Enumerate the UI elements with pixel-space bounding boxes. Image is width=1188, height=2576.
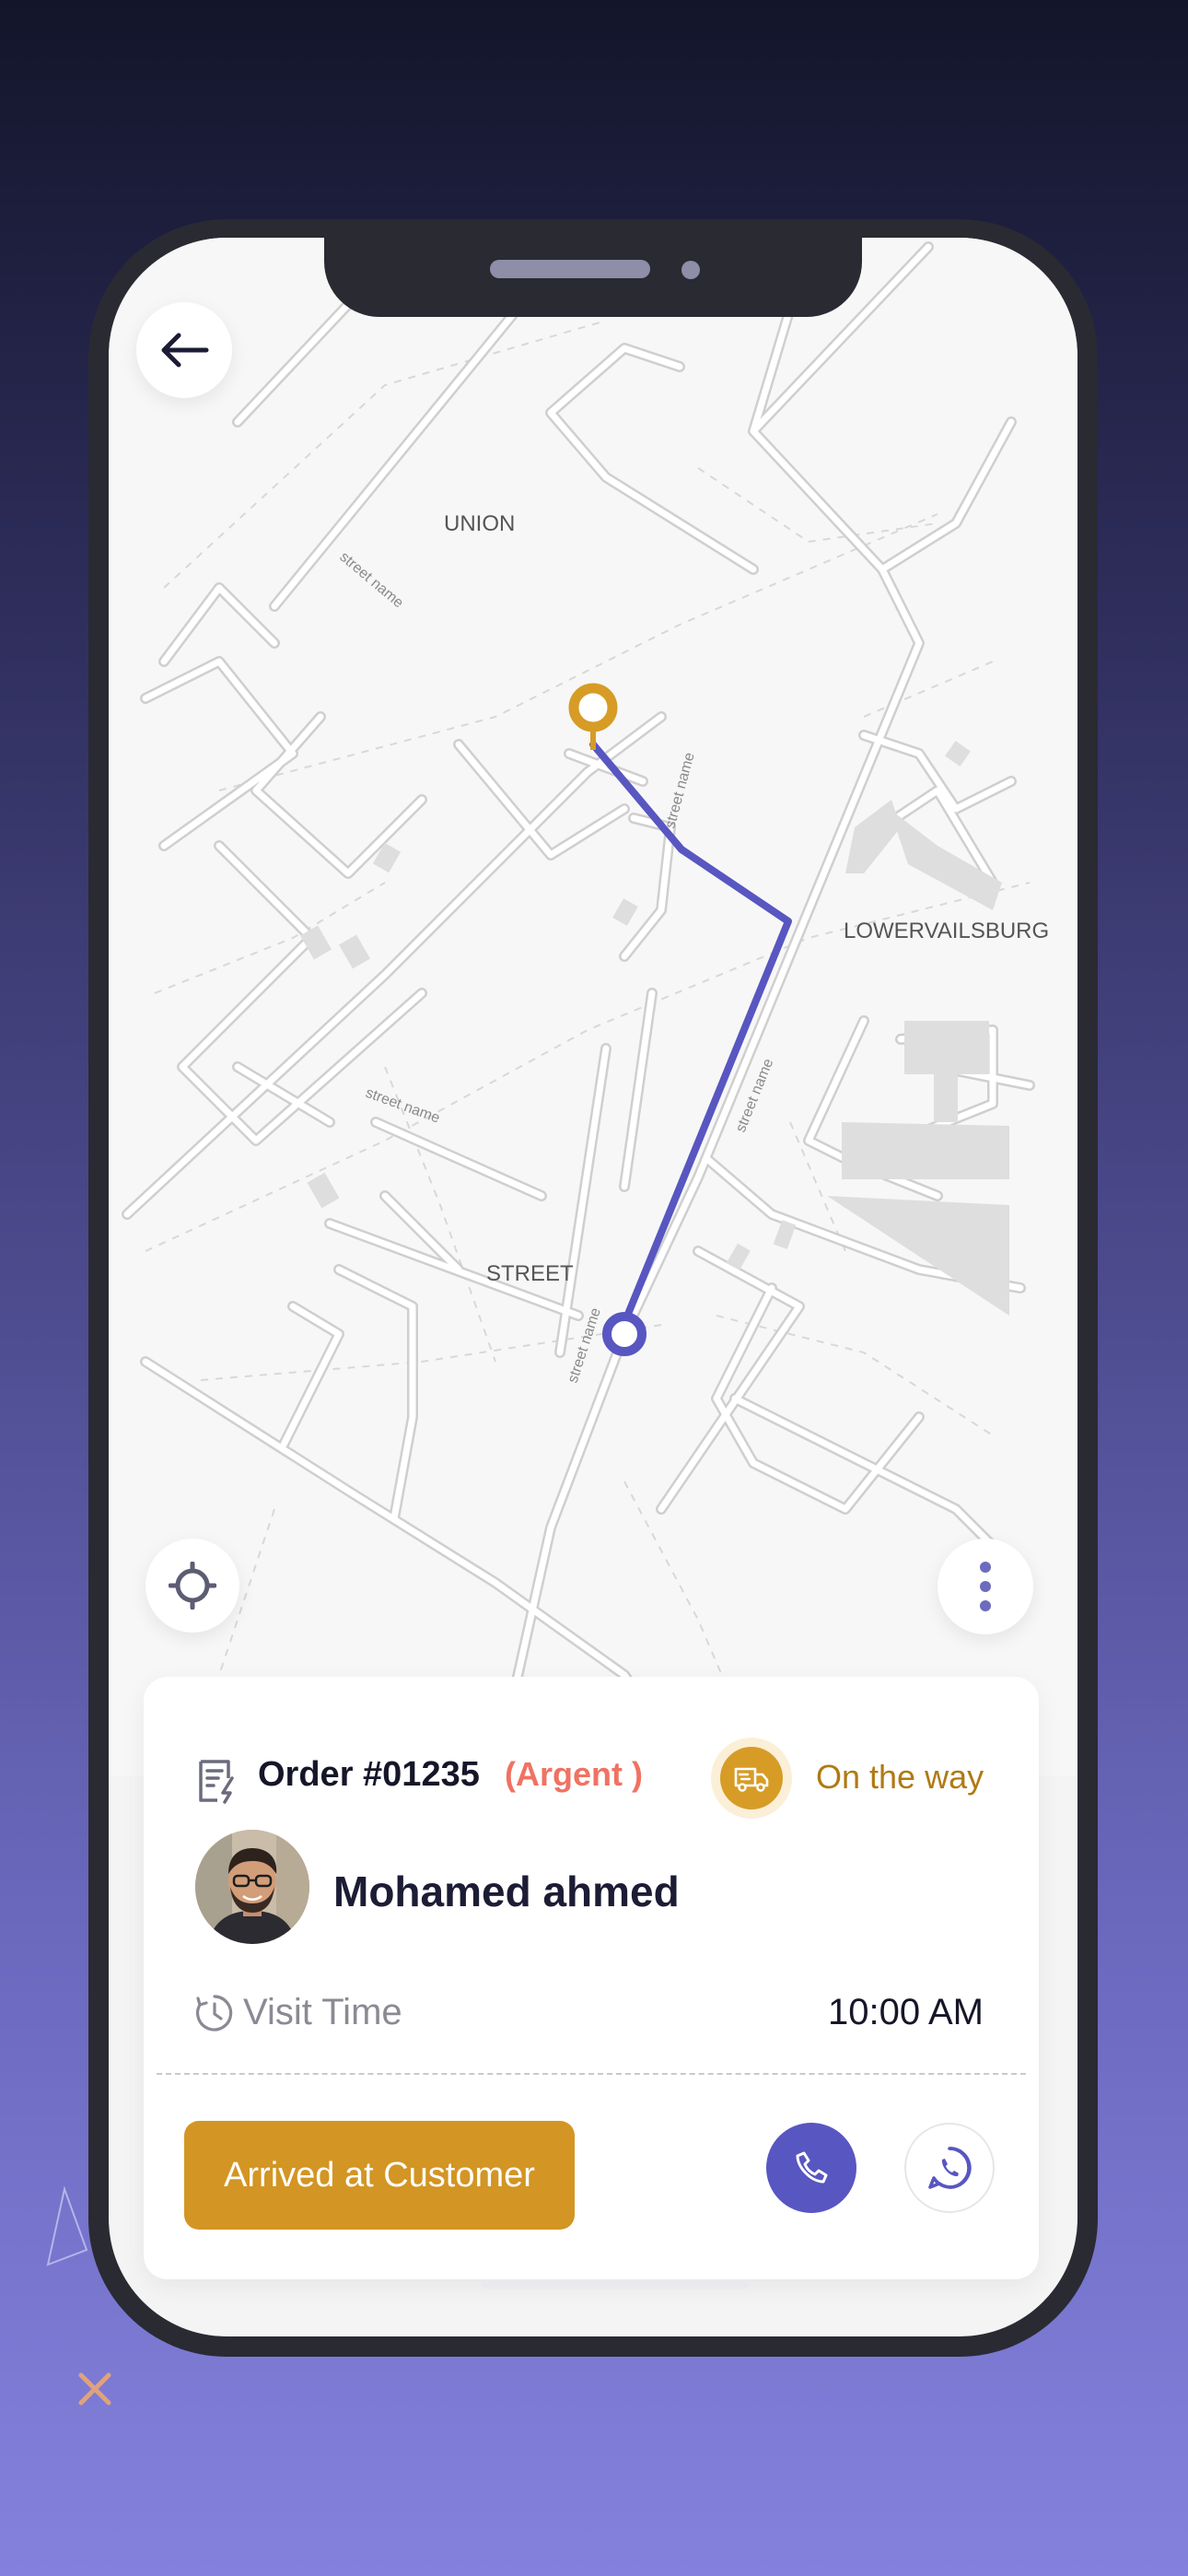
map-area-label-union: UNION bbox=[444, 511, 515, 536]
card-divider bbox=[157, 2073, 1026, 2075]
clock-icon bbox=[196, 1995, 233, 2032]
home-indicator bbox=[483, 2281, 748, 2289]
back-button[interactable] bbox=[136, 302, 232, 398]
app-screen: UNION LOWERVAILSBURG STREET street name … bbox=[109, 238, 1077, 2336]
arrow-left-icon bbox=[161, 333, 209, 368]
current-location-marker-icon bbox=[602, 1312, 646, 1356]
crosshair-icon bbox=[169, 1562, 216, 1610]
delivery-truck-icon bbox=[734, 1767, 769, 1792]
phone-camera bbox=[681, 261, 700, 279]
phone-speaker bbox=[490, 260, 650, 278]
map-view[interactable]: UNION LOWERVAILSBURG STREET street name … bbox=[109, 238, 1077, 1776]
order-number: Order #01235 bbox=[258, 1755, 480, 1794]
customer-avatar bbox=[195, 1830, 309, 1944]
phone-frame: UNION LOWERVAILSBURG STREET street name … bbox=[88, 219, 1098, 2357]
whatsapp-button[interactable] bbox=[904, 2123, 995, 2213]
arrived-at-customer-button[interactable]: Arrived at Customer bbox=[184, 2121, 575, 2230]
visit-time-label: Visit Time bbox=[243, 1992, 402, 2032]
order-status-label: On the way bbox=[816, 1758, 984, 1796]
visit-time-value: 10:00 AM bbox=[827, 1992, 984, 2032]
map-area-label-street: STREET bbox=[486, 1261, 574, 1286]
whatsapp-icon bbox=[928, 2147, 972, 2189]
status-badge bbox=[720, 1747, 783, 1809]
decorative-cross bbox=[78, 2372, 111, 2406]
order-receipt-icon bbox=[199, 1760, 234, 1804]
order-card: Order #01235 (Argent ) On the way Mohame… bbox=[144, 1677, 1039, 2279]
phone-icon bbox=[796, 2151, 828, 2184]
call-customer-button[interactable] bbox=[766, 2123, 856, 2213]
phone-notch bbox=[324, 238, 862, 317]
more-vertical-icon bbox=[980, 1562, 991, 1611]
more-options-button[interactable] bbox=[938, 1539, 1033, 1634]
recenter-location-button[interactable] bbox=[146, 1539, 239, 1633]
order-priority-tag: (Argent ) bbox=[505, 1755, 643, 1793]
map-area-label-lowervailsburg: LOWERVAILSBURG bbox=[844, 919, 1049, 943]
decorative-triangle bbox=[46, 2185, 88, 2266]
customer-name: Mohamed ahmed bbox=[333, 1868, 680, 1915]
